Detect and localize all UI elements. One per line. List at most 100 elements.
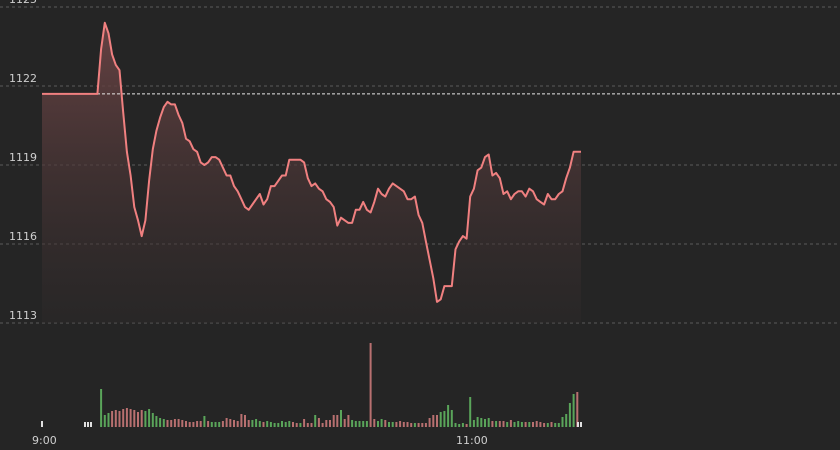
volume-bar bbox=[395, 422, 398, 427]
y-tick-label: 1116 bbox=[9, 230, 37, 243]
volume-bar bbox=[129, 409, 132, 427]
volume-bar bbox=[498, 421, 501, 427]
volume-bar bbox=[524, 422, 527, 427]
volume-marker bbox=[84, 422, 86, 427]
volume-bar bbox=[513, 422, 516, 427]
volume-bar bbox=[554, 423, 557, 427]
volume-bar bbox=[458, 424, 461, 427]
volume-bars bbox=[100, 343, 579, 427]
volume-bar bbox=[181, 420, 184, 427]
volume-bar bbox=[111, 411, 114, 427]
volume-bar bbox=[196, 421, 199, 427]
volume-bar bbox=[173, 419, 176, 427]
volume-bar bbox=[159, 418, 162, 427]
volume-bar bbox=[491, 421, 494, 427]
volume-bar bbox=[362, 421, 365, 427]
volume-marker bbox=[580, 422, 582, 427]
volume-bar bbox=[568, 403, 571, 427]
volume-bar bbox=[100, 389, 103, 427]
volume-bar bbox=[351, 420, 354, 427]
volume-bar bbox=[576, 392, 579, 427]
volume-bar bbox=[107, 413, 110, 427]
volume-bar bbox=[520, 422, 523, 427]
volume-bar bbox=[303, 419, 306, 427]
volume-bar bbox=[484, 419, 486, 427]
volume-bar bbox=[170, 420, 173, 427]
volume-bar bbox=[340, 410, 342, 427]
volume-bar bbox=[465, 424, 468, 427]
volume-bar bbox=[236, 421, 239, 427]
volume-bar bbox=[413, 423, 416, 427]
volume-bar bbox=[402, 422, 405, 427]
volume-bar bbox=[277, 423, 280, 427]
volume-bar bbox=[365, 421, 368, 427]
volume-bar bbox=[450, 410, 453, 427]
volume-bar bbox=[292, 422, 294, 427]
volume-bar bbox=[125, 408, 128, 427]
volume-bar bbox=[229, 419, 232, 427]
volume-bar bbox=[207, 421, 210, 427]
volume-bar bbox=[166, 420, 169, 427]
volume-bar bbox=[266, 421, 269, 427]
volume-bar bbox=[417, 423, 420, 427]
volume-bar bbox=[557, 423, 560, 427]
volume-bar bbox=[140, 410, 143, 427]
volume-bar bbox=[177, 419, 180, 427]
volume-bar bbox=[103, 415, 106, 427]
volume-bar bbox=[185, 421, 187, 427]
volume-bar bbox=[317, 418, 320, 427]
volume-marker bbox=[90, 422, 92, 427]
volume-bar bbox=[251, 420, 254, 427]
volume-bar bbox=[447, 405, 450, 427]
volume-bar bbox=[517, 421, 520, 427]
volume-marker bbox=[87, 422, 89, 427]
volume-bar bbox=[439, 412, 442, 427]
volume-bar bbox=[509, 420, 512, 427]
volume-bar bbox=[148, 409, 151, 427]
volume-bar bbox=[424, 423, 427, 427]
volume-bar bbox=[281, 421, 283, 427]
volume-bar bbox=[288, 421, 291, 427]
volume-bar bbox=[262, 422, 265, 427]
volume-bar bbox=[133, 410, 136, 427]
y-tick-label: 1122 bbox=[9, 72, 37, 85]
volume-bar bbox=[310, 423, 313, 427]
volume-bar bbox=[421, 423, 424, 427]
volume-bar bbox=[343, 419, 346, 427]
volume-bar bbox=[155, 416, 158, 427]
volume-bar bbox=[118, 411, 121, 427]
volume-bar bbox=[384, 420, 387, 427]
price-axis-labels: 1125 1122 1119 1116 1113 bbox=[9, 0, 37, 322]
volume-bar bbox=[273, 423, 276, 427]
volume-bar bbox=[284, 422, 287, 427]
y-tick-label: 1125 bbox=[9, 0, 37, 6]
price-area-fill bbox=[42, 22, 581, 324]
volume-bar bbox=[258, 421, 261, 427]
volume-bar bbox=[192, 422, 195, 427]
volume-bar bbox=[461, 423, 464, 427]
volume-bar bbox=[476, 417, 479, 427]
volume-bar bbox=[358, 421, 361, 427]
x-tick-label: 9:00 bbox=[32, 434, 57, 447]
volume-bar bbox=[188, 422, 191, 427]
volume-bar bbox=[472, 420, 475, 427]
x-tick-label: 11:00 bbox=[456, 434, 488, 447]
volume-bar bbox=[436, 415, 438, 427]
intraday-price-volume-chart: 1125 1122 1119 1116 1113 9:00 11:00 bbox=[0, 0, 840, 447]
volume-bar bbox=[388, 422, 390, 427]
volume-bar bbox=[247, 420, 250, 427]
volume-bar bbox=[543, 423, 546, 427]
volume-bar bbox=[399, 421, 402, 427]
volume-bar bbox=[410, 423, 413, 427]
volume-bar bbox=[469, 397, 472, 427]
volume-bar bbox=[221, 421, 224, 427]
volume-bar bbox=[428, 418, 431, 427]
volume-bar bbox=[144, 411, 147, 427]
volume-bar bbox=[347, 415, 350, 427]
volume-bar bbox=[550, 422, 553, 427]
volume-bar bbox=[391, 422, 394, 427]
volume-bar bbox=[454, 423, 457, 427]
volume-bar bbox=[295, 423, 298, 427]
y-tick-label: 1119 bbox=[9, 151, 37, 164]
volume-bar bbox=[240, 414, 243, 427]
